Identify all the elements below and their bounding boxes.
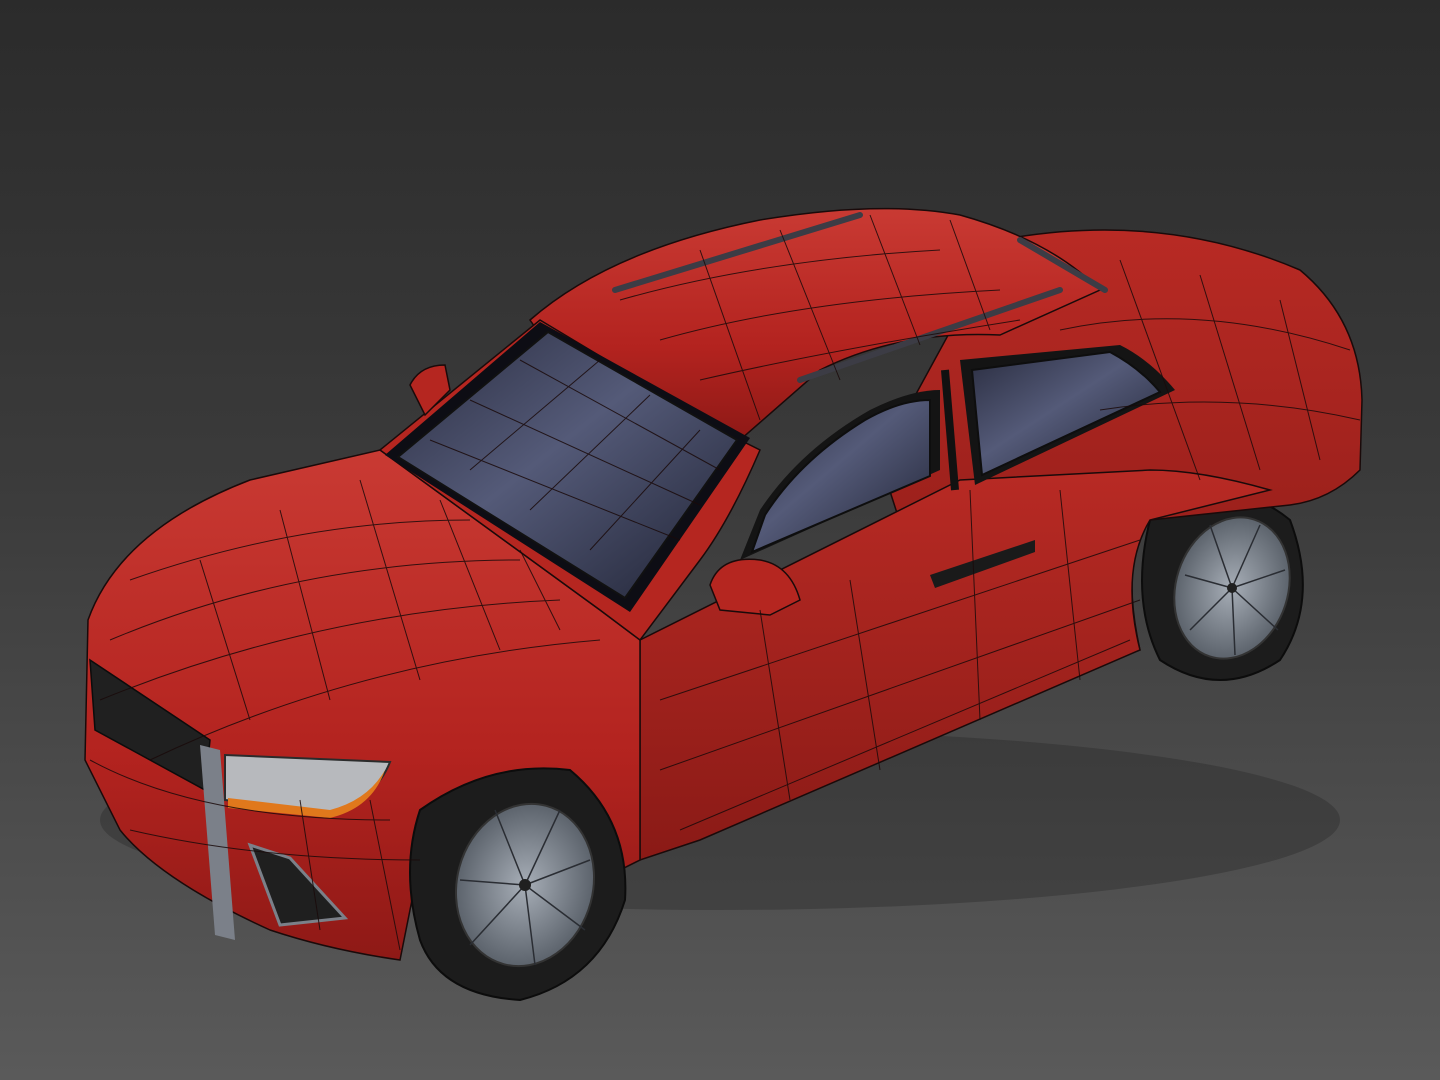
front-wheel bbox=[409, 767, 627, 1002]
3d-viewport[interactable] bbox=[0, 0, 1440, 1080]
car-model-render bbox=[84, 207, 1363, 1002]
rear-wheel bbox=[1141, 494, 1304, 681]
